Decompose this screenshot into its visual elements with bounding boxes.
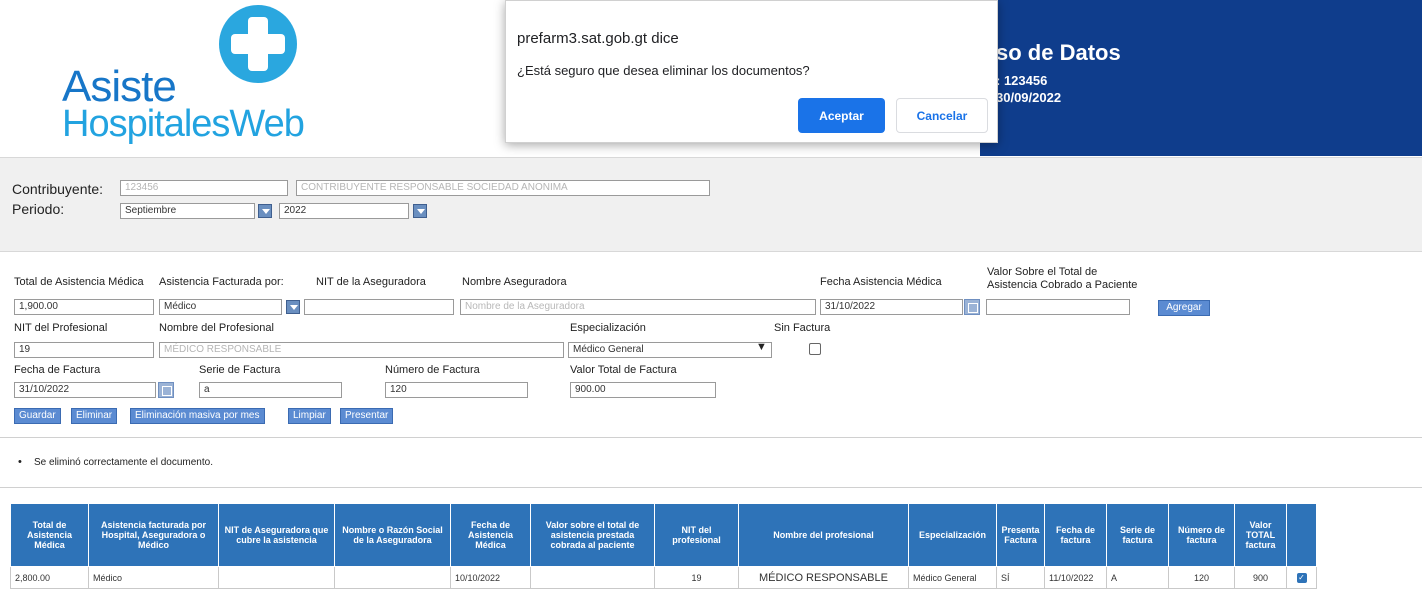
especializacion-label: Especialización — [570, 322, 646, 334]
divider — [0, 437, 1422, 438]
col-header: Presenta Factura — [996, 503, 1045, 567]
numero-factura-input[interactable]: 120 — [385, 382, 528, 398]
cell-valor-sobre — [530, 566, 655, 589]
col-header: NIT del profesional — [654, 503, 739, 567]
col-header: Nombre o Razón Social de la Aseguradora — [334, 503, 451, 567]
cell-nit-prof: 19 — [654, 566, 739, 589]
fecha-asistencia-label: Fecha Asistencia Médica — [820, 276, 942, 288]
cell-facturada: Médico — [88, 566, 219, 589]
calendar-icon[interactable] — [964, 299, 980, 315]
contribuyente-name-field[interactable]: CONTRIBUYENTE RESPONSABLE SOCIEDAD ANONI… — [296, 180, 710, 196]
cell-serie: A — [1106, 566, 1169, 589]
asistencias-table: Total de Asistencia Médica Asistencia fa… — [10, 503, 1317, 589]
facturada-por-label: Asistencia Facturada por: — [159, 276, 284, 288]
fecha-factura-input[interactable]: 31/10/2022 — [14, 382, 156, 398]
status-message: Se eliminó correctamente el documento. — [34, 457, 213, 468]
numero-factura-label: Número de Factura — [385, 364, 480, 376]
nombre-profesional-input[interactable]: MÉDICO RESPONSABLE — [159, 342, 564, 358]
col-header: Valor TOTAL factura — [1234, 503, 1287, 567]
agregar-button[interactable]: Agregar — [1158, 300, 1210, 316]
cancel-button[interactable]: Cancelar — [896, 98, 988, 133]
guardar-button[interactable]: Guardar — [14, 408, 61, 424]
contribuyente-label: Contribuyente: — [12, 181, 104, 197]
accept-button[interactable]: Aceptar — [798, 98, 885, 133]
nombre-aseguradora-label: Nombre Aseguradora — [462, 276, 567, 288]
cell-nit-aseg — [218, 566, 335, 589]
row-checkbox-icon[interactable]: ✓ — [1296, 573, 1307, 583]
banner-date: 30/09/2022 — [996, 90, 1062, 105]
col-header: NIT de Aseguradora que cubre la asistenc… — [218, 503, 335, 567]
valor-total-factura-label: Valor Total de Factura — [570, 364, 677, 376]
total-asistencia-label: Total de Asistencia Médica — [14, 276, 144, 288]
facturada-por-select[interactable]: Médico — [159, 299, 282, 315]
periodo-year-select[interactable]: 2022 — [279, 203, 409, 219]
col-header: Serie de factura — [1106, 503, 1169, 567]
col-header: Número de factura — [1168, 503, 1235, 567]
valor-total-factura-input[interactable]: 900.00 — [570, 382, 716, 398]
cell-fecha-asist: 10/10/2022 — [450, 566, 531, 589]
col-header: Valor sobre el total de asistencia prest… — [530, 503, 655, 567]
valor-sobre-label-line2: Asistencia Cobrado a Paciente — [987, 279, 1138, 291]
banner-nit: : 123456 — [996, 73, 1048, 88]
logo-cross-icon — [219, 5, 297, 83]
col-header: Asistencia facturada por Hospital, Asegu… — [88, 503, 219, 567]
col-header — [1286, 503, 1317, 567]
cell-nombre-aseg — [334, 566, 451, 589]
valor-sobre-label-line1: Valor Sobre el Total de — [987, 266, 1098, 278]
valor-sobre-input[interactable] — [986, 299, 1130, 315]
fecha-factura-label: Fecha de Factura — [14, 364, 101, 376]
table-row[interactable]: 2,800.00 Médico 10/10/2022 19 MÉDICO RES… — [10, 566, 1317, 589]
cell-nombre-prof: MÉDICO RESPONSABLE — [738, 566, 909, 589]
limpiar-button[interactable]: Limpiar — [288, 408, 331, 424]
cell-valor-total: 900 — [1234, 566, 1287, 589]
cell-numero: 120 — [1168, 566, 1235, 589]
month-dropdown-icon[interactable] — [258, 204, 272, 218]
serie-factura-input[interactable]: a — [199, 382, 342, 398]
year-dropdown-icon[interactable] — [413, 204, 427, 218]
nombre-aseguradora-input[interactable]: Nombre de la Aseguradora — [460, 299, 816, 315]
facturada-dropdown-icon[interactable] — [286, 300, 300, 314]
table-header-row: Total de Asistencia Médica Asistencia fa… — [10, 503, 1317, 567]
periodo-label: Periodo: — [12, 201, 65, 217]
cell-especializacion: Médico General — [908, 566, 997, 589]
col-header: Especialización — [908, 503, 997, 567]
confirm-dialog: prefarm3.sat.gob.gt dice ¿Está seguro qu… — [505, 0, 998, 143]
col-header: Fecha de factura — [1044, 503, 1107, 567]
col-header: Fecha de Asistencia Médica — [450, 503, 531, 567]
eliminacion-masiva-button[interactable]: Eliminación masiva por mes — [130, 408, 265, 424]
cell-total: 2,800.00 — [10, 566, 89, 589]
sin-factura-label: Sin Factura — [774, 322, 831, 334]
col-header: Total de Asistencia Médica — [10, 503, 89, 567]
especializacion-select[interactable]: Médico General — [568, 342, 772, 358]
sin-factura-checkbox[interactable] — [809, 343, 821, 355]
nit-profesional-input[interactable]: 19 — [14, 342, 154, 358]
calendar-icon-factura[interactable] — [158, 382, 174, 398]
cell-fecha-factura: 11/10/2022 — [1044, 566, 1107, 589]
nit-profesional-label: NIT del Profesional — [14, 322, 108, 334]
nombre-profesional-label: Nombre del Profesional — [159, 322, 274, 334]
periodo-month-select[interactable]: Septiembre — [120, 203, 255, 219]
divider — [0, 487, 1422, 488]
contribuyente-nit-field[interactable]: 123456 — [120, 180, 288, 196]
presentar-button[interactable]: Presentar — [340, 408, 394, 424]
serie-factura-label: Serie de Factura — [199, 364, 281, 376]
total-asistencia-input[interactable]: 1,900.00 — [14, 299, 154, 315]
eliminar-button[interactable]: Eliminar — [71, 408, 118, 424]
banner-title: so de Datos — [996, 40, 1121, 65]
dialog-message: ¿Está seguro que desea eliminar los docu… — [517, 63, 810, 78]
status-bullet: • — [18, 456, 22, 468]
logo-text-hospitalesweb: HospitalesWeb — [62, 103, 305, 145]
row-select-cell[interactable]: ✓ — [1286, 566, 1317, 589]
nit-aseguradora-input[interactable] — [304, 299, 454, 315]
especializacion-chevron-icon[interactable]: ▼ — [756, 341, 767, 353]
fecha-asistencia-input[interactable]: 31/10/2022 — [820, 299, 963, 315]
col-header: Nombre del profesional — [738, 503, 909, 567]
nit-aseguradora-label: NIT de la Aseguradora — [316, 276, 426, 288]
cell-presenta-factura: SÍ — [996, 566, 1045, 589]
dialog-title: prefarm3.sat.gob.gt dice — [517, 30, 679, 47]
